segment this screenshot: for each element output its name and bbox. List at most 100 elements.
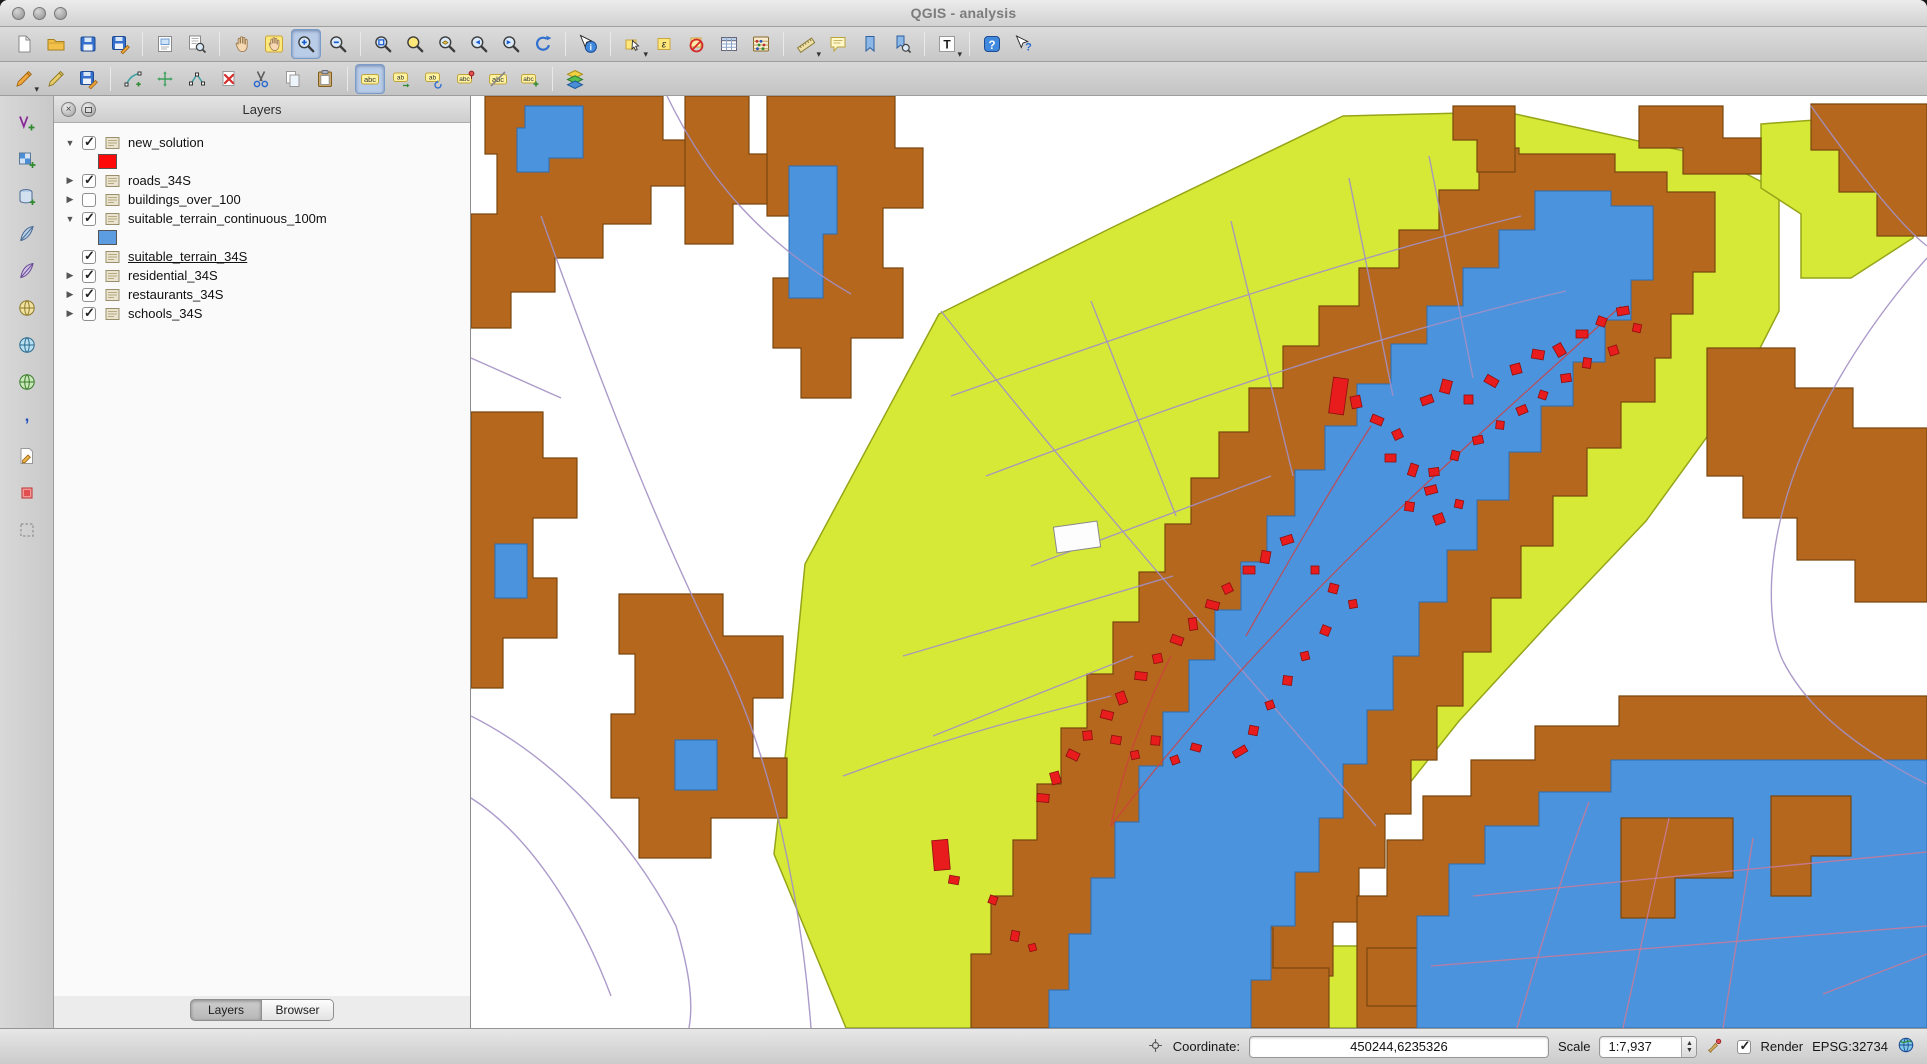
zoom-full-extent-button[interactable] xyxy=(368,29,398,59)
layer-expander-icon[interactable]: ▼ xyxy=(63,138,77,148)
layer-visibility-checkbox[interactable] xyxy=(82,193,96,207)
toggle-editing-button[interactable] xyxy=(41,64,71,94)
zoom-next-button[interactable] xyxy=(496,29,526,59)
add-wfs-layer-button[interactable] xyxy=(12,367,42,397)
layer-row[interactable]: ▶residential_34S xyxy=(54,266,470,285)
layer-visibility-checkbox[interactable] xyxy=(82,250,96,264)
scale-stepper[interactable]: ▲▼ xyxy=(1681,1037,1696,1057)
add-vector-layer-button[interactable] xyxy=(12,108,42,138)
zoom-last-button[interactable] xyxy=(464,29,494,59)
layer-expander-icon[interactable]: ▶ xyxy=(63,308,77,319)
identify-features-button[interactable]: i xyxy=(573,29,603,59)
coordinate-input[interactable] xyxy=(1249,1036,1549,1058)
help-contents-button[interactable]: ? xyxy=(977,29,1007,59)
layer-visibility-checkbox[interactable] xyxy=(82,269,96,283)
layer-row[interactable]: ▶buildings_over_100 xyxy=(54,190,470,209)
add-feature-button[interactable] xyxy=(118,64,148,94)
layer-expander-icon[interactable]: ▶ xyxy=(63,175,77,186)
change-label-button[interactable]: abc xyxy=(515,64,545,94)
open-attribute-table-button[interactable] xyxy=(714,29,744,59)
scale-combo[interactable]: 1:7,937 ▲▼ xyxy=(1599,1036,1697,1058)
map-tips-button[interactable] xyxy=(823,29,853,59)
stop-rendering-icon[interactable] xyxy=(1706,1037,1723,1057)
crs-status-icon[interactable] xyxy=(1897,1036,1915,1057)
toolbar-placeholder-button[interactable] xyxy=(12,515,42,545)
layer-expander-icon[interactable]: ▶ xyxy=(63,270,77,281)
add-wms-layer-button[interactable] xyxy=(12,330,42,360)
layer-row[interactable]: ▼new_solution xyxy=(54,133,470,152)
show-hide-labels-button[interactable]: abc xyxy=(483,64,513,94)
rotate-label-button[interactable]: ab xyxy=(419,64,449,94)
layer-expander-icon[interactable]: ▶ xyxy=(63,289,77,300)
panel-close-button[interactable]: × xyxy=(61,102,76,117)
deselect-all-button[interactable] xyxy=(682,29,712,59)
pan-map-button[interactable] xyxy=(227,29,257,59)
globe-green-icon xyxy=(17,372,37,392)
save-project-as-button[interactable] xyxy=(105,29,135,59)
move-label-button[interactable]: ab xyxy=(387,64,417,94)
add-raster-layer-button[interactable] xyxy=(12,145,42,175)
measure-line-button[interactable]: ▾ xyxy=(791,29,821,59)
paste-features-button[interactable] xyxy=(310,64,340,94)
refresh-map-button[interactable] xyxy=(528,29,558,59)
pin-labels-button[interactable]: abc xyxy=(451,64,481,94)
text-annotation-button[interactable]: T▾ xyxy=(932,29,962,59)
layer-row[interactable]: ▶restaurants_34S xyxy=(54,285,470,304)
pan-to-selection-button[interactable] xyxy=(259,29,289,59)
layer-row[interactable]: ▶roads_34S xyxy=(54,171,470,190)
layer-row[interactable]: suitable_terrain_34S xyxy=(54,247,470,266)
select-features-button[interactable]: ▾ xyxy=(618,29,648,59)
layer-row[interactable]: ▼suitable_terrain_continuous_100m xyxy=(54,209,470,228)
new-shapefile-layer-button[interactable] xyxy=(12,441,42,471)
tab-layers[interactable]: Layers xyxy=(190,999,262,1021)
zoom-to-selection-button[interactable] xyxy=(400,29,430,59)
field-calculator-button[interactable] xyxy=(746,29,776,59)
save-layer-edits-button[interactable] xyxy=(73,64,103,94)
new-bookmark-button[interactable] xyxy=(855,29,885,59)
add-postgis-layer-button[interactable] xyxy=(12,182,42,212)
render-checkbox[interactable] xyxy=(1737,1040,1751,1054)
node-tool-button[interactable] xyxy=(182,64,212,94)
panel-float-button[interactable] xyxy=(81,102,96,117)
current-edits-button[interactable]: ▾ xyxy=(9,64,39,94)
layer-visibility-checkbox[interactable] xyxy=(82,307,96,321)
zoom-to-layer-button[interactable] xyxy=(432,29,462,59)
move-feature-button[interactable] xyxy=(150,64,180,94)
add-delimited-text-layer-button[interactable]: , xyxy=(12,404,42,434)
add-oracle-layer-button[interactable] xyxy=(12,293,42,323)
select-by-expression-button[interactable]: ε xyxy=(650,29,680,59)
layer-expander-icon[interactable]: ▶ xyxy=(63,194,77,205)
map-canvas[interactable] xyxy=(471,96,1927,1028)
map-themes-button[interactable] xyxy=(560,64,590,94)
delete-selected-button[interactable] xyxy=(214,64,244,94)
layer-row[interactable]: ▶schools_34S xyxy=(54,304,470,323)
zoom-window-button[interactable] xyxy=(54,7,67,20)
cut-features-button[interactable] xyxy=(246,64,276,94)
composer-manager-button[interactable] xyxy=(182,29,212,59)
whats-this-button[interactable]: ? xyxy=(1009,29,1039,59)
new-project-button[interactable] xyxy=(9,29,39,59)
open-project-button[interactable] xyxy=(41,29,71,59)
new-memory-layer-button[interactable] xyxy=(12,478,42,508)
close-button[interactable] xyxy=(12,7,25,20)
minimize-button[interactable] xyxy=(33,7,46,20)
dropdown-arrow-icon[interactable]: ▾ xyxy=(34,84,39,95)
labeling-button[interactable]: abc xyxy=(355,64,385,94)
save-project-button[interactable] xyxy=(73,29,103,59)
dropdown-arrow-icon[interactable]: ▾ xyxy=(643,49,648,60)
zoom-out-button[interactable] xyxy=(323,29,353,59)
tab-browser[interactable]: Browser xyxy=(262,999,334,1021)
dropdown-arrow-icon[interactable]: ▾ xyxy=(957,49,962,60)
show-bookmarks-button[interactable] xyxy=(887,29,917,59)
zoom-in-button[interactable] xyxy=(291,29,321,59)
dropdown-arrow-icon[interactable]: ▾ xyxy=(816,49,821,60)
add-spatialite-layer-button[interactable] xyxy=(12,219,42,249)
new-print-composer-button[interactable] xyxy=(150,29,180,59)
add-mssql-layer-button[interactable] xyxy=(12,256,42,286)
layer-visibility-checkbox[interactable] xyxy=(82,136,96,150)
layer-visibility-checkbox[interactable] xyxy=(82,288,96,302)
layer-visibility-checkbox[interactable] xyxy=(82,174,96,188)
layer-visibility-checkbox[interactable] xyxy=(82,212,96,226)
copy-features-button[interactable] xyxy=(278,64,308,94)
layer-expander-icon[interactable]: ▼ xyxy=(63,214,77,224)
